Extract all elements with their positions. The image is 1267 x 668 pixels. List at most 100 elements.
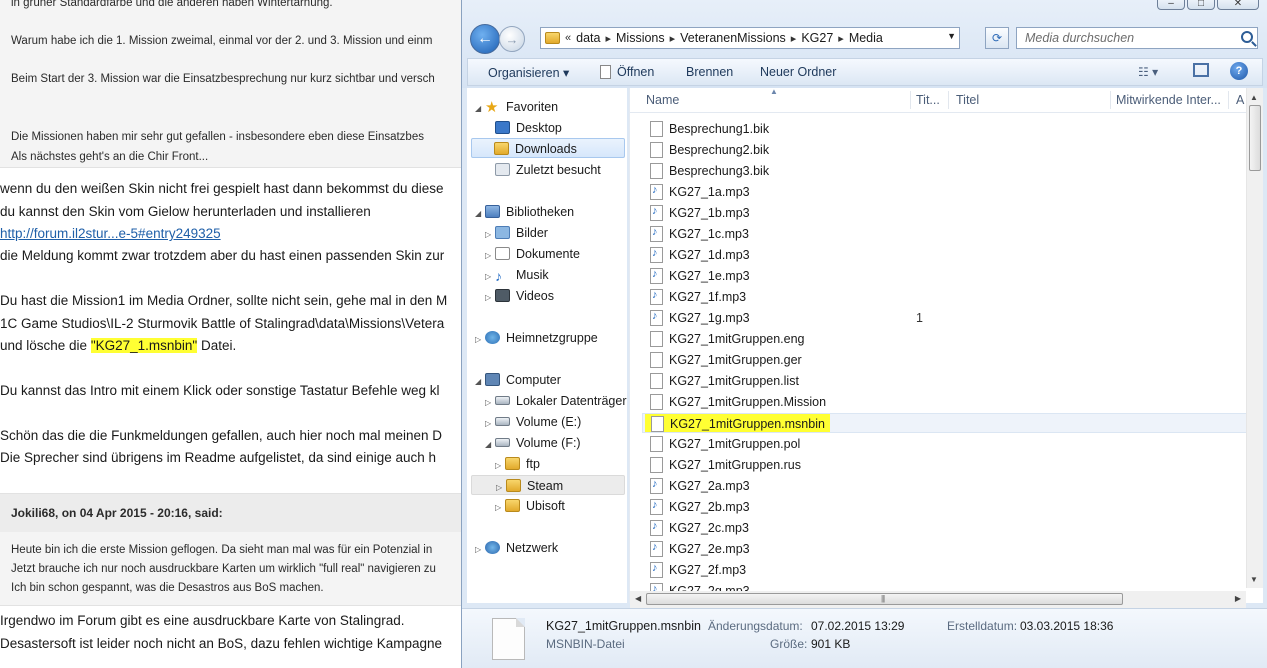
nav-recent[interactable]: Zuletzt besucht: [495, 160, 601, 180]
file-row[interactable]: Besprechung2.bik: [642, 140, 1248, 160]
expand-arrow-icon[interactable]: ◢: [485, 435, 495, 455]
close-button[interactable]: ✕: [1217, 0, 1259, 10]
nav-volume-f[interactable]: ◢ Volume (F:): [485, 433, 581, 453]
back-button[interactable]: ←: [470, 24, 500, 54]
file-row[interactable]: KG27_2a.mp3: [642, 476, 1248, 496]
collapse-arrow-icon[interactable]: ▷: [496, 478, 506, 498]
file-row[interactable]: KG27_1mitGruppen.ger: [642, 350, 1248, 370]
file-row[interactable]: KG27_1g.mp3 1: [642, 308, 1248, 328]
file-row[interactable]: KG27_2b.mp3: [642, 497, 1248, 517]
nav-downloads[interactable]: Downloads: [471, 138, 625, 158]
expand-arrow-icon[interactable]: ◢: [475, 372, 485, 392]
file-row[interactable]: KG27_1e.mp3: [642, 266, 1248, 286]
collapse-arrow-icon[interactable]: ▷: [485, 225, 495, 245]
file-row[interactable]: KG27_1mitGruppen.rus: [642, 455, 1248, 475]
chevron-right-icon[interactable]: ▸: [791, 32, 797, 45]
file-row[interactable]: KG27_2f.mp3: [642, 560, 1248, 580]
file-row[interactable]: KG27_2c.mp3: [642, 518, 1248, 538]
nav-ftp[interactable]: ▷ ftp: [495, 454, 540, 474]
nav-ubisoft[interactable]: ▷ Ubisoft: [495, 496, 565, 516]
minimize-button[interactable]: –: [1157, 0, 1185, 10]
breadcrumb-missions[interactable]: Missions: [616, 31, 665, 45]
nav-music[interactable]: ▷ ♪ Musik: [485, 265, 549, 285]
address-bar[interactable]: « data ▸ Missions ▸ VeteranenMissions ▸ …: [540, 27, 960, 49]
horizontal-scroll-thumb[interactable]: |||: [646, 593, 1123, 605]
nav-volume-e[interactable]: ▷ Volume (E:): [485, 412, 581, 432]
file-row[interactable]: KG27_1mitGruppen.list: [642, 371, 1248, 391]
vertical-scrollbar[interactable]: ▲ ▼: [1246, 88, 1263, 588]
expand-arrow-icon[interactable]: ◢: [475, 99, 485, 119]
breadcrumb-overflow[interactable]: «: [565, 32, 571, 44]
nav-desktop[interactable]: Desktop: [495, 118, 562, 138]
file-row[interactable]: KG27_1f.mp3: [642, 287, 1248, 307]
vertical-scroll-thumb[interactable]: [1249, 105, 1261, 171]
file-row[interactable]: KG27_2g.mp3: [642, 581, 1248, 591]
file-row[interactable]: KG27_1mitGruppen.Mission: [642, 392, 1248, 412]
scroll-down-icon[interactable]: ▼: [1250, 575, 1258, 584]
file-row[interactable]: KG27_1mitGruppen.pol: [642, 434, 1248, 454]
open-button[interactable]: Öffnen: [600, 65, 654, 79]
nav-documents[interactable]: ▷ Dokumente: [485, 244, 580, 264]
file-row-selected[interactable]: KG27_1mitGruppen.msnbin: [642, 413, 1248, 433]
nav-libraries[interactable]: ◢ Bibliotheken: [475, 202, 574, 222]
file-row[interactable]: Besprechung1.bik: [642, 119, 1248, 139]
scroll-left-icon[interactable]: ◀: [635, 594, 641, 603]
nav-homegroup[interactable]: ▷ Heimnetzgruppe: [475, 328, 598, 348]
column-more[interactable]: A: [1236, 93, 1244, 107]
collapse-arrow-icon[interactable]: ▷: [495, 456, 505, 476]
nav-network[interactable]: ▷ Netzwerk: [475, 538, 558, 558]
column-divider[interactable]: [948, 91, 949, 109]
file-row[interactable]: KG27_1d.mp3: [642, 245, 1248, 265]
search-icon[interactable]: [1241, 31, 1253, 43]
forum-link[interactable]: http://forum.il2stur...e-5#entry249325: [0, 226, 221, 241]
chevron-right-icon[interactable]: ▸: [670, 32, 676, 45]
nav-favorites[interactable]: ◢ ★ Favoriten: [475, 97, 558, 117]
file-row[interactable]: KG27_1c.mp3: [642, 224, 1248, 244]
file-row[interactable]: Besprechung3.bik: [642, 161, 1248, 181]
chevron-right-icon[interactable]: ▸: [605, 32, 611, 45]
nav-steam[interactable]: ▷ Steam: [471, 475, 625, 495]
scroll-right-icon[interactable]: ▶: [1235, 594, 1241, 603]
collapse-arrow-icon[interactable]: ▷: [475, 330, 485, 350]
organize-button[interactable]: Organisieren ▾: [488, 65, 569, 80]
maximize-button[interactable]: □: [1187, 0, 1215, 10]
nav-local-disk[interactable]: ▷ Lokaler Datenträger: [485, 391, 626, 411]
file-row[interactable]: KG27_2e.mp3: [642, 539, 1248, 559]
refresh-button[interactable]: ⟳: [985, 27, 1009, 49]
file-row[interactable]: KG27_1mitGruppen.eng: [642, 329, 1248, 349]
chevron-right-icon[interactable]: ▸: [838, 32, 844, 45]
nav-computer[interactable]: ◢ Computer: [475, 370, 561, 390]
column-track[interactable]: Tit...: [916, 93, 940, 107]
file-row[interactable]: KG27_1b.mp3: [642, 203, 1248, 223]
nav-videos[interactable]: ▷ Videos: [485, 286, 554, 306]
views-button[interactable]: ☷ ▾: [1138, 65, 1158, 79]
scroll-up-icon[interactable]: ▲: [1250, 93, 1258, 102]
search-input[interactable]: Media durchsuchen: [1016, 27, 1258, 49]
preview-pane-icon[interactable]: [1193, 63, 1209, 77]
expand-arrow-icon[interactable]: ◢: [475, 204, 485, 224]
collapse-arrow-icon[interactable]: ▷: [495, 498, 505, 518]
breadcrumb-veteranenmissions[interactable]: VeteranenMissions: [680, 31, 786, 45]
nav-pictures[interactable]: ▷ Bilder: [485, 223, 548, 243]
forward-button[interactable]: →: [499, 26, 525, 52]
collapse-arrow-icon[interactable]: ▷: [485, 288, 495, 308]
column-divider[interactable]: [910, 91, 911, 109]
breadcrumb-media[interactable]: Media: [849, 31, 883, 45]
help-icon[interactable]: ?: [1230, 62, 1248, 80]
burn-button[interactable]: Brennen: [686, 65, 733, 79]
column-contributing-artists[interactable]: Mitwirkende Inter...: [1116, 93, 1221, 107]
new-folder-button[interactable]: Neuer Ordner: [760, 65, 836, 79]
collapse-arrow-icon[interactable]: ▷: [475, 540, 485, 560]
column-title[interactable]: Titel: [956, 93, 979, 107]
collapse-arrow-icon[interactable]: ▷: [485, 267, 495, 287]
collapse-arrow-icon[interactable]: ▷: [485, 393, 495, 413]
file-row[interactable]: KG27_1a.mp3: [642, 182, 1248, 202]
column-divider[interactable]: [1228, 91, 1229, 109]
horizontal-scrollbar[interactable]: ◀ ||| ▶: [630, 591, 1246, 608]
breadcrumb-kg27[interactable]: KG27: [801, 31, 833, 45]
column-name[interactable]: Name: [646, 93, 679, 107]
chevron-down-icon[interactable]: ▼: [947, 31, 956, 41]
breadcrumb-data[interactable]: data: [576, 31, 600, 45]
collapse-arrow-icon[interactable]: ▷: [485, 414, 495, 434]
column-divider[interactable]: [1110, 91, 1111, 109]
